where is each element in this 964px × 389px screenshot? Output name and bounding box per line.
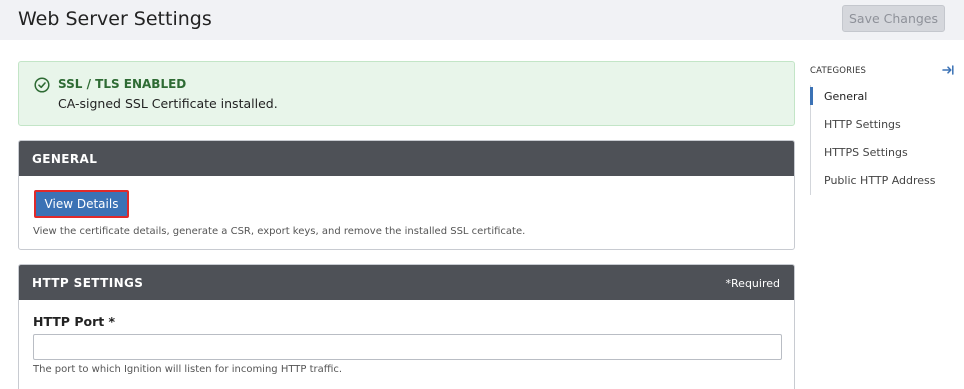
general-panel-header: GENERAL (19, 141, 794, 176)
collapse-sidebar-icon[interactable] (942, 64, 954, 76)
view-details-button[interactable]: View Details (34, 190, 129, 218)
required-note: *Required (725, 277, 780, 290)
nav-item-http-settings[interactable]: HTTP Settings (824, 118, 901, 131)
alert-message: CA-signed SSL Certificate installed. (58, 96, 278, 111)
header-bar: Web Server Settings Save Changes (0, 0, 964, 40)
http-settings-heading: HTTP SETTINGS (32, 276, 144, 290)
http-panel-header: HTTP SETTINGS *Required (19, 265, 794, 300)
categories-heading: CATEGORIES (810, 66, 867, 76)
check-circle-icon (34, 77, 50, 93)
page-title: Web Server Settings (18, 8, 212, 30)
general-description: View the certificate details, generate a… (33, 226, 526, 237)
http-port-description: The port to which Ignition will listen f… (33, 364, 343, 375)
http-port-input[interactable] (33, 334, 782, 360)
general-panel: GENERAL View Details View the certificat… (18, 140, 795, 250)
active-category-marker (810, 87, 813, 105)
http-settings-panel: HTTP SETTINGS *Required HTTP Port * The … (18, 264, 795, 389)
category-nav: General HTTP Settings HTTPS Settings Pub… (810, 85, 950, 195)
general-heading: GENERAL (32, 152, 98, 166)
ssl-status-alert: SSL / TLS ENABLED CA-signed SSL Certific… (18, 61, 795, 126)
save-changes-button[interactable]: Save Changes (842, 5, 945, 32)
http-port-label: HTTP Port * (33, 314, 116, 329)
alert-title: SSL / TLS ENABLED (58, 77, 187, 91)
nav-item-https-settings[interactable]: HTTPS Settings (824, 146, 908, 159)
nav-item-public-http-address[interactable]: Public HTTP Address (824, 174, 936, 187)
nav-item-general[interactable]: General (824, 90, 867, 103)
